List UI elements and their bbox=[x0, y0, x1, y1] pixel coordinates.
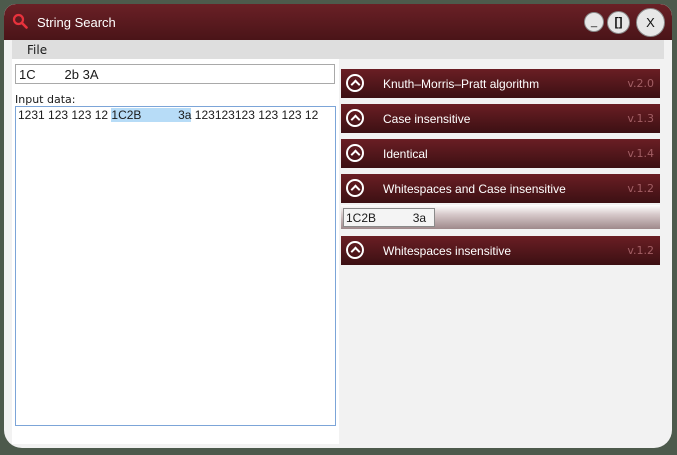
accordion-title: Whitespaces and Case insensitive bbox=[383, 182, 566, 196]
minimize-button[interactable]: _ bbox=[584, 12, 604, 32]
accordion-title: Identical bbox=[383, 147, 428, 161]
chevron-up-circle-icon bbox=[346, 179, 364, 197]
close-button[interactable]: X bbox=[636, 8, 665, 37]
result-strip: 1C2B 3a bbox=[341, 205, 660, 229]
accordion-title: Knuth–Morris–Pratt algorithm bbox=[383, 77, 540, 91]
accordion-version: v.2.0 bbox=[627, 77, 654, 90]
window-title: String Search bbox=[37, 15, 116, 30]
chevron-up-circle-icon bbox=[346, 109, 364, 127]
match-highlight: 1C2B 3a bbox=[111, 108, 192, 122]
app-window: String Search _ [] X File 1C 2b 3A Input… bbox=[4, 4, 672, 448]
chevron-up-circle-icon bbox=[346, 241, 364, 259]
input-text-before: 1231 123 123 12 bbox=[18, 108, 112, 122]
accordion-version: v.1.2 bbox=[627, 244, 654, 257]
accordion-case-insensitive[interactable]: Case insensitive v.1.3 bbox=[341, 104, 660, 133]
accordion-version: v.1.3 bbox=[627, 112, 654, 125]
accordion-kmp[interactable]: Knuth–Morris–Pratt algorithm v.2.0 bbox=[341, 69, 660, 98]
menu-bar: File bbox=[12, 40, 664, 59]
input-text-after: 123123123 123 123 12 bbox=[191, 108, 319, 122]
chevron-up-circle-icon bbox=[346, 144, 364, 162]
result-match[interactable]: 1C2B 3a bbox=[343, 208, 435, 227]
accordion-title: Whitespaces insensitive bbox=[383, 244, 512, 258]
input-panel: 1C 2b 3A Input data: 1231 123 123 12 1C2… bbox=[12, 59, 339, 444]
menu-file[interactable]: File bbox=[27, 43, 47, 57]
input-data-label: Input data: bbox=[15, 93, 76, 106]
input-data-area[interactable]: 1231 123 123 12 1C2B 3a 123123123 123 12… bbox=[15, 106, 336, 426]
maximize-button[interactable]: [] bbox=[607, 11, 630, 34]
accordion-whitespaces-insensitive[interactable]: Whitespaces insensitive v.1.2 bbox=[341, 236, 660, 265]
accordion-identical[interactable]: Identical v.1.4 bbox=[341, 139, 660, 168]
search-icon bbox=[12, 13, 28, 29]
accordion-whitespaces-case-insensitive[interactable]: Whitespaces and Case insensitive v.1.2 bbox=[341, 174, 660, 203]
accordion-title: Case insensitive bbox=[383, 112, 471, 126]
chevron-up-circle-icon bbox=[346, 74, 364, 92]
title-bar[interactable]: String Search _ [] X bbox=[4, 4, 672, 40]
accordion-version: v.1.4 bbox=[627, 147, 654, 160]
search-input[interactable]: 1C 2b 3A bbox=[15, 64, 335, 84]
accordion-version: v.1.2 bbox=[627, 182, 654, 195]
algorithms-panel: Knuth–Morris–Pratt algorithm v.2.0 Case … bbox=[339, 59, 664, 444]
